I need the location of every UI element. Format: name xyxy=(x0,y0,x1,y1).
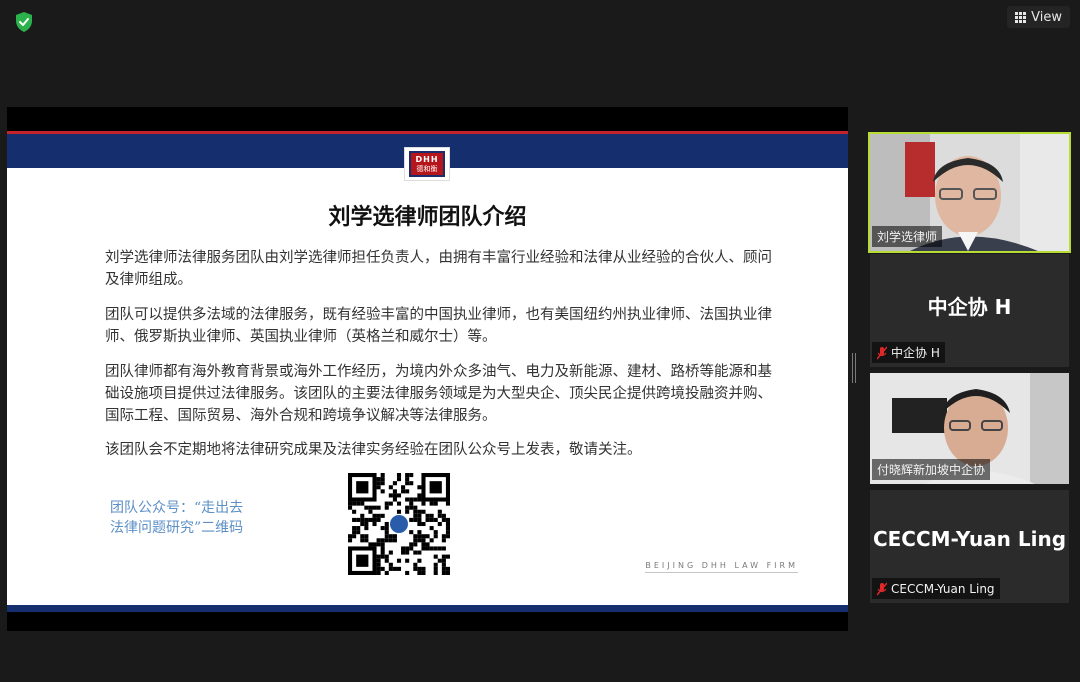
view-button[interactable]: View xyxy=(1007,6,1070,28)
logo-text-top: DHH xyxy=(415,154,439,164)
participant-tile[interactable]: 中企协 H 中企协 H xyxy=(870,254,1069,367)
panel-resize-handle[interactable] xyxy=(852,353,856,383)
slide-paragraph: 团队可以提供多法域的法律服务，既有经验丰富的中国执业律师，也有美国纽约州执业律师… xyxy=(105,307,772,345)
participant-name-tag: 中企协 H xyxy=(872,342,945,363)
slide-paragraph: 团队律师都有海外教育背景或海外工作经历，为境内外众多油气、电力及新能源、建材、路… xyxy=(105,364,772,424)
qr-caption: 团队公众号：“走出去 法律问题研究”二维码 xyxy=(110,498,243,538)
participant-display-name: CECCM-Yuan Ling xyxy=(872,527,1067,551)
participant-display-name: 中企协 H xyxy=(927,295,1012,319)
firm-name-footer: BEIJING DHH LAW FIRM xyxy=(645,561,798,573)
participant-tile[interactable]: 付晓辉新加坡中企协 xyxy=(870,373,1069,484)
shared-screen[interactable]: DHH 德和衡 刘学选律师团队介绍 刘学选律师法律服务团队由刘学选律师担任负责人… xyxy=(7,107,848,631)
qr-caption-line: 法律问题研究”二维码 xyxy=(110,520,244,536)
participant-name-tag: CECCM-Yuan Ling xyxy=(872,578,1000,599)
participant-name-tag: 刘学选律师 xyxy=(872,226,943,247)
participant-name: 付晓辉新加坡中企协 xyxy=(877,463,986,477)
participant-name: 刘学选律师 xyxy=(877,230,938,244)
participant-name-tag: 付晓辉新加坡中企协 xyxy=(872,459,991,480)
security-shield-icon[interactable] xyxy=(12,10,36,34)
participant-tile-speaker[interactable]: 刘学选律师 xyxy=(868,132,1071,253)
logo-text-bottom: 德和衡 xyxy=(416,164,438,173)
qr-caption-line: 团队公众号：“走出去 xyxy=(110,500,244,516)
slide-paragraph: 刘学选律师法律服务团队由刘学选律师担任负责人，由拥有丰富行业经验和法律从业经验的… xyxy=(105,250,772,288)
qr-code xyxy=(348,473,450,575)
view-label: View xyxy=(1031,9,1062,25)
grid-icon xyxy=(1015,11,1027,23)
participant-tile[interactable]: CECCM-Yuan Ling CECCM-Yuan Ling xyxy=(870,490,1069,603)
slide-paragraph: 该团队会不定期地将法律研究成果及法律实务经验在团队公众号上发表，敬请关注。 xyxy=(105,442,642,458)
mic-muted-icon xyxy=(876,582,888,596)
participant-name: CECCM-Yuan Ling xyxy=(891,581,995,596)
mic-muted-icon xyxy=(876,346,888,360)
participant-name: 中企协 H xyxy=(891,346,940,360)
presentation-slide: DHH 德和衡 刘学选律师团队介绍 刘学选律师法律服务团队由刘学选律师担任负责人… xyxy=(7,131,848,612)
slide-title: 刘学选律师团队介绍 xyxy=(328,205,527,230)
firm-logo: DHH 德和衡 xyxy=(404,147,450,181)
slide-footer-banner xyxy=(7,605,848,612)
